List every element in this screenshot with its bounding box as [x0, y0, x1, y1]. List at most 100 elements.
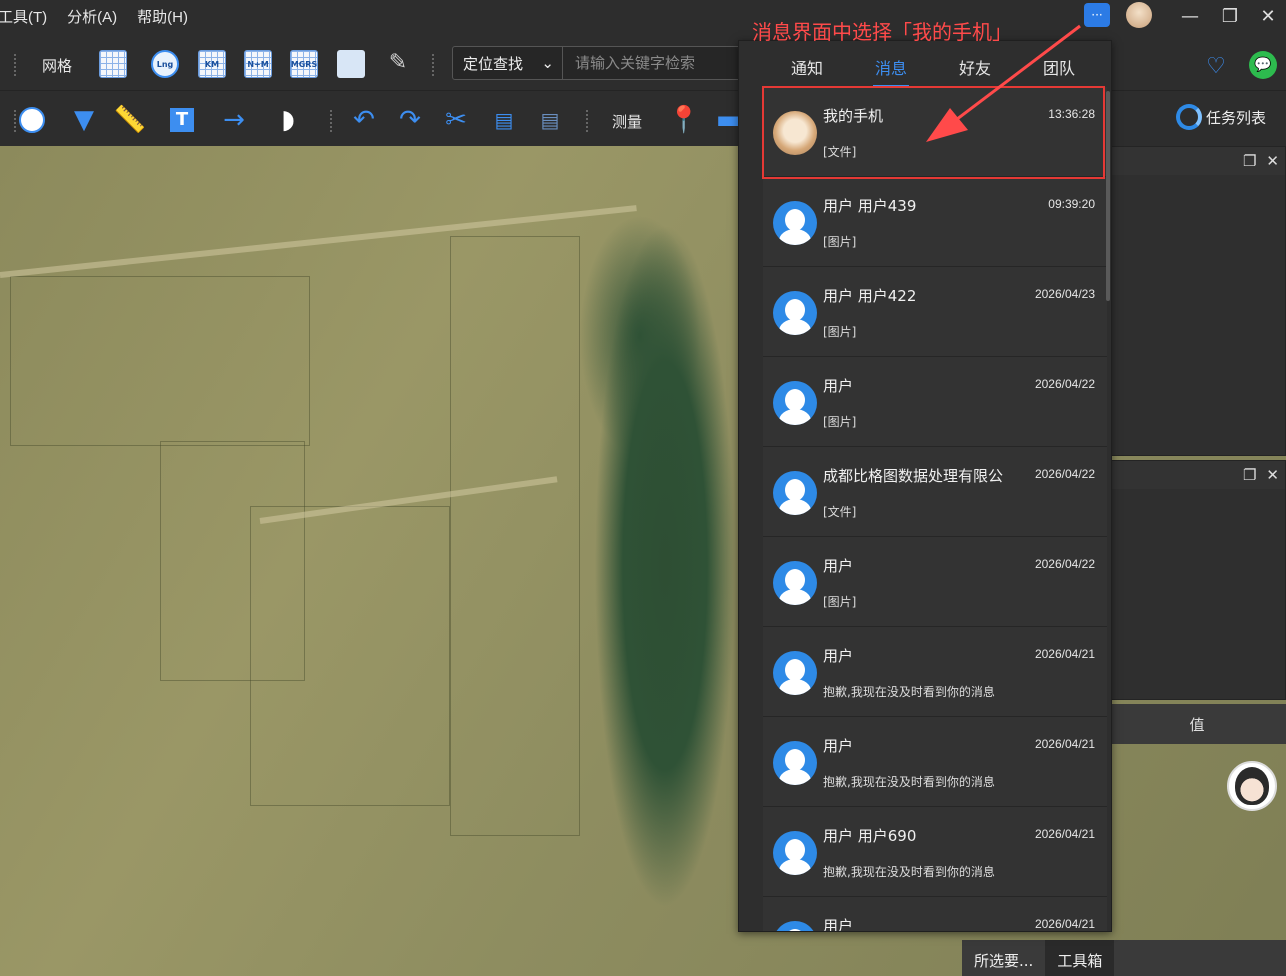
menu-help[interactable]: 帮助(H)	[137, 6, 188, 27]
curve-tool-icon[interactable]: ◗	[272, 104, 304, 136]
message-item[interactable]: 用户抱歉,我现在没及时看到你的消息 2026/04/21	[763, 717, 1107, 807]
nm-grid-button[interactable]: N+M	[244, 50, 272, 78]
popup-tabs: 通知 消息 好友 团队	[739, 55, 1111, 87]
message-item[interactable]: 用户 用户690 抱歉,我现在没及时看到你的消息 2026/04/21	[763, 807, 1107, 897]
message-preview: [文件]	[823, 505, 857, 519]
bottom-tabs: 所选要... 工具箱	[962, 940, 1286, 976]
contact-avatar	[773, 561, 817, 605]
message-item[interactable]: 用户 2026/04/21	[763, 897, 1107, 932]
contact-avatar	[773, 201, 817, 245]
message-button[interactable]: ···	[1084, 3, 1110, 27]
contact-name: 用户	[823, 737, 854, 755]
menu-tools[interactable]: 工具(T)	[0, 6, 47, 27]
message-preview: 抱歉,我现在没及时看到你的消息	[823, 865, 995, 879]
minimize-button[interactable]: —	[1170, 0, 1210, 32]
scissors-icon[interactable]: ✂	[440, 104, 472, 136]
tab-messages[interactable]: 消息	[849, 55, 933, 87]
message-item[interactable]: 用户 抱歉,我现在没及时看到你的消息 2026/04/21	[763, 627, 1107, 717]
brush-icon[interactable]: ✎	[384, 48, 412, 76]
message-item[interactable]: 用户 [图片] 2026/04/22	[763, 357, 1107, 447]
toolbar-grip[interactable]	[330, 110, 334, 132]
circle-tool-icon[interactable]	[16, 104, 48, 136]
measure-label[interactable]: 测量	[612, 111, 642, 132]
nm-grid-icon: N+M	[247, 59, 269, 69]
contact-name: 用户	[823, 917, 854, 932]
task-list-label: 任务列表	[1206, 108, 1267, 127]
message-preview: [图片]	[823, 325, 857, 339]
undo-icon[interactable]: ↶	[348, 104, 380, 136]
task-list-button[interactable]: 任务列表	[1176, 104, 1266, 130]
close-button[interactable]: ✕	[1248, 0, 1286, 32]
contact-name: 用户 用户422	[823, 287, 917, 305]
contact-name: 用户	[823, 377, 854, 395]
tab-selected-features[interactable]: 所选要...	[962, 940, 1045, 976]
contact-name: 用户 用户439	[823, 197, 917, 215]
search-input[interactable]	[563, 54, 743, 72]
message-preview: 抱歉,我现在没及时看到你的消息	[823, 775, 995, 789]
map-field	[250, 506, 450, 806]
search-mode-select[interactable]: 定位查找 ⌄	[453, 47, 563, 79]
contact-name: 成都比格图数据处理有限公	[823, 467, 1004, 485]
minimize-icon: —	[1181, 5, 1199, 27]
toolbar-grip[interactable]	[586, 110, 590, 132]
restore-panel-icon[interactable]: ❐	[1243, 466, 1256, 484]
message-item[interactable]: 用户 用户422 [图片] 2026/04/23	[763, 267, 1107, 357]
folder-icon[interactable]	[337, 50, 365, 78]
message-item[interactable]: 成都比格图数据处理有限公 [文件] 2026/04/22	[763, 447, 1107, 537]
chevron-down-icon: ⌄	[541, 54, 554, 72]
toolbar-grip[interactable]	[432, 54, 436, 76]
contact-avatar	[773, 291, 817, 335]
tab-friends[interactable]: 好友	[933, 55, 1017, 85]
message-item[interactable]: 用户 [图片] 2026/04/22	[763, 537, 1107, 627]
message-preview: [图片]	[823, 415, 857, 429]
km-grid-icon: KM	[204, 59, 220, 69]
message-list: 我的手机 [文件] 13:36:28 用户 用户439 [图片] 09:39:20 用户 用…	[763, 87, 1107, 932]
mgrs-grid-button[interactable]: MGRS	[290, 50, 318, 78]
restore-button[interactable]: ❐	[1210, 0, 1250, 32]
menu-analysis[interactable]: 分析(A)	[67, 6, 117, 27]
close-icon: ✕	[1260, 5, 1276, 27]
message-time: 2026/04/21	[1034, 737, 1095, 751]
deselect-icon[interactable]: ▤	[534, 104, 566, 136]
lng-grid-button[interactable]: Lng	[151, 50, 179, 78]
message-time: 2026/04/23	[1034, 287, 1095, 301]
map-field	[450, 236, 580, 836]
highlight-box	[762, 86, 1105, 179]
polygon-tool-icon[interactable]: ▼	[68, 104, 100, 136]
right-panel-middle: ❐ ✕	[1108, 460, 1286, 700]
message-preview: 抱歉,我现在没及时看到你的消息	[823, 685, 995, 699]
toolbar-grip[interactable]	[14, 54, 18, 76]
message-time: 2026/04/22	[1034, 557, 1095, 571]
restore-panel-icon[interactable]: ❐	[1243, 152, 1256, 170]
contact-avatar	[773, 471, 817, 515]
select-icon[interactable]: ▤	[488, 104, 520, 136]
text-tool-icon[interactable]: T	[166, 104, 198, 136]
tab-notifications[interactable]: 通知	[765, 55, 849, 85]
assistant-face-icon	[1235, 767, 1269, 805]
grid-icon[interactable]	[99, 50, 127, 78]
assistant-avatar[interactable]	[1227, 761, 1277, 811]
close-panel-icon[interactable]: ✕	[1266, 152, 1279, 170]
message-preview: [图片]	[823, 235, 857, 249]
tab-teams[interactable]: 团队	[1017, 55, 1101, 85]
location-pin-icon[interactable]: 📍	[668, 104, 700, 136]
km-grid-button[interactable]: KM	[198, 50, 226, 78]
scrollbar[interactable]	[1106, 91, 1110, 301]
search-mode-label: 定位查找	[463, 54, 524, 73]
user-avatar[interactable]	[1126, 2, 1152, 28]
close-panel-icon[interactable]: ✕	[1266, 466, 1279, 484]
wechat-icon[interactable]: 💬	[1249, 51, 1277, 79]
redo-icon[interactable]: ↷	[394, 104, 426, 136]
link-icon[interactable]: ♡	[1202, 52, 1230, 80]
arrow-tool-icon[interactable]: →	[218, 104, 250, 136]
tab-toolbox[interactable]: 工具箱	[1045, 940, 1115, 976]
value-column-header: 值	[1108, 704, 1286, 744]
contact-name: 用户 用户690	[823, 827, 917, 845]
message-time: 2026/04/22	[1034, 377, 1095, 391]
message-time: 2026/04/21	[1034, 917, 1095, 931]
message-time: 2026/04/22	[1034, 467, 1095, 481]
message-time: 2026/04/21	[1034, 827, 1095, 841]
message-preview: [图片]	[823, 595, 857, 609]
ruler-tool-icon[interactable]: 📏	[114, 104, 146, 136]
message-item[interactable]: 用户 用户439 [图片] 09:39:20	[763, 177, 1107, 267]
